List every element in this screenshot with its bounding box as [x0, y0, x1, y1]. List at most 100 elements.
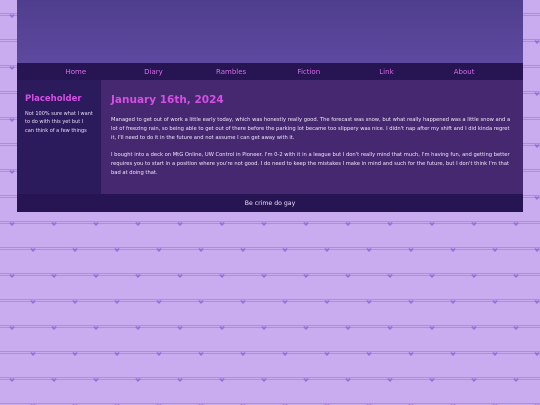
heart-icon — [177, 222, 183, 226]
heart-icon — [261, 222, 267, 226]
nav-home-link[interactable]: Home — [46, 68, 106, 76]
heart-icon — [219, 326, 225, 330]
nav-diary-link[interactable]: Diary — [123, 68, 183, 76]
heart-icon — [9, 170, 15, 174]
page-container: Home Diary Rambles Fiction Link About Pl… — [17, 0, 523, 212]
heart-icon — [303, 326, 309, 330]
heart-icon — [303, 222, 309, 226]
heart-icon — [240, 300, 246, 304]
heart-icon — [51, 326, 57, 330]
heart-icon — [513, 326, 519, 330]
heart-icon — [30, 300, 36, 304]
heart-icon — [261, 274, 267, 278]
sidebar: Placeholder Not 100% sure what I want to… — [17, 80, 101, 194]
heart-icon — [387, 326, 393, 330]
heart-icon — [282, 352, 288, 356]
heart-icon — [135, 326, 141, 330]
heart-icon — [9, 378, 15, 382]
heart-icon — [30, 352, 36, 356]
heart-icon — [30, 248, 36, 252]
heart-icon — [9, 326, 15, 330]
heart-icon — [114, 352, 120, 356]
heart-icon — [9, 222, 15, 226]
heart-icon — [387, 274, 393, 278]
heart-icon — [471, 378, 477, 382]
heart-icon — [303, 378, 309, 382]
heart-icon — [114, 300, 120, 304]
heart-icon — [408, 248, 414, 252]
footer: Be crime do gay — [17, 194, 523, 212]
heart-icon — [156, 300, 162, 304]
heart-icon — [219, 274, 225, 278]
heart-icon — [408, 300, 414, 304]
post-date-heading: January 16th, 2024 — [111, 94, 224, 106]
heart-icon — [450, 300, 456, 304]
heart-icon — [534, 40, 540, 44]
heart-icon — [72, 248, 78, 252]
nav-rambles-link[interactable]: Rambles — [201, 68, 261, 76]
heart-icon — [471, 326, 477, 330]
heart-icon — [93, 274, 99, 278]
heart-icon — [387, 378, 393, 382]
heart-icon — [93, 222, 99, 226]
heart-icon — [72, 300, 78, 304]
heart-icon — [93, 326, 99, 330]
nav-link-link[interactable]: Link — [356, 68, 416, 76]
heart-icon — [534, 144, 540, 148]
heart-icon — [429, 274, 435, 278]
heart-icon — [261, 378, 267, 382]
heart-icon — [51, 378, 57, 382]
heart-icon — [261, 326, 267, 330]
heart-icon — [366, 300, 372, 304]
footer-text: Be crime do gay — [244, 199, 296, 207]
heart-icon — [177, 274, 183, 278]
heart-icon — [471, 274, 477, 278]
heart-icon — [282, 300, 288, 304]
nav-fiction-link[interactable]: Fiction — [279, 68, 339, 76]
heart-icon — [135, 222, 141, 226]
main-content: January 16th, 2024 Managed to get out of… — [101, 80, 523, 194]
heart-icon — [429, 378, 435, 382]
heart-icon — [534, 352, 540, 356]
heart-icon — [513, 222, 519, 226]
heart-icon — [303, 274, 309, 278]
heart-icon — [177, 326, 183, 330]
heart-icon — [324, 352, 330, 356]
heart-icon — [72, 352, 78, 356]
heart-icon — [324, 300, 330, 304]
main-nav: Home Diary Rambles Fiction Link About — [17, 63, 523, 80]
heart-icon — [345, 378, 351, 382]
heart-icon — [534, 248, 540, 252]
heart-icon — [450, 352, 456, 356]
sidebar-title: Placeholder — [25, 94, 82, 104]
heart-icon — [51, 222, 57, 226]
heart-icon — [450, 248, 456, 252]
heart-icon — [156, 352, 162, 356]
heart-icon — [429, 326, 435, 330]
nav-about-link[interactable]: About — [434, 68, 494, 76]
heart-icon — [9, 14, 15, 18]
heart-icon — [324, 248, 330, 252]
heart-icon — [345, 326, 351, 330]
heart-icon — [429, 222, 435, 226]
heart-icon — [135, 274, 141, 278]
heart-icon — [114, 248, 120, 252]
heart-icon — [534, 300, 540, 304]
heart-icon — [513, 378, 519, 382]
heart-icon — [198, 248, 204, 252]
header-banner — [17, 0, 523, 63]
heart-icon — [198, 300, 204, 304]
heart-icon — [408, 352, 414, 356]
heart-icon — [177, 378, 183, 382]
heart-icon — [51, 274, 57, 278]
heart-icon — [345, 222, 351, 226]
post-paragraph: I bought into a deck on MtG Online, UW C… — [111, 151, 510, 177]
heart-icon — [135, 378, 141, 382]
heart-icon — [513, 274, 519, 278]
heart-icon — [9, 118, 15, 122]
heart-icon — [492, 352, 498, 356]
heart-icon — [240, 352, 246, 356]
heart-icon — [471, 222, 477, 226]
heart-icon — [282, 248, 288, 252]
heart-icon — [345, 274, 351, 278]
